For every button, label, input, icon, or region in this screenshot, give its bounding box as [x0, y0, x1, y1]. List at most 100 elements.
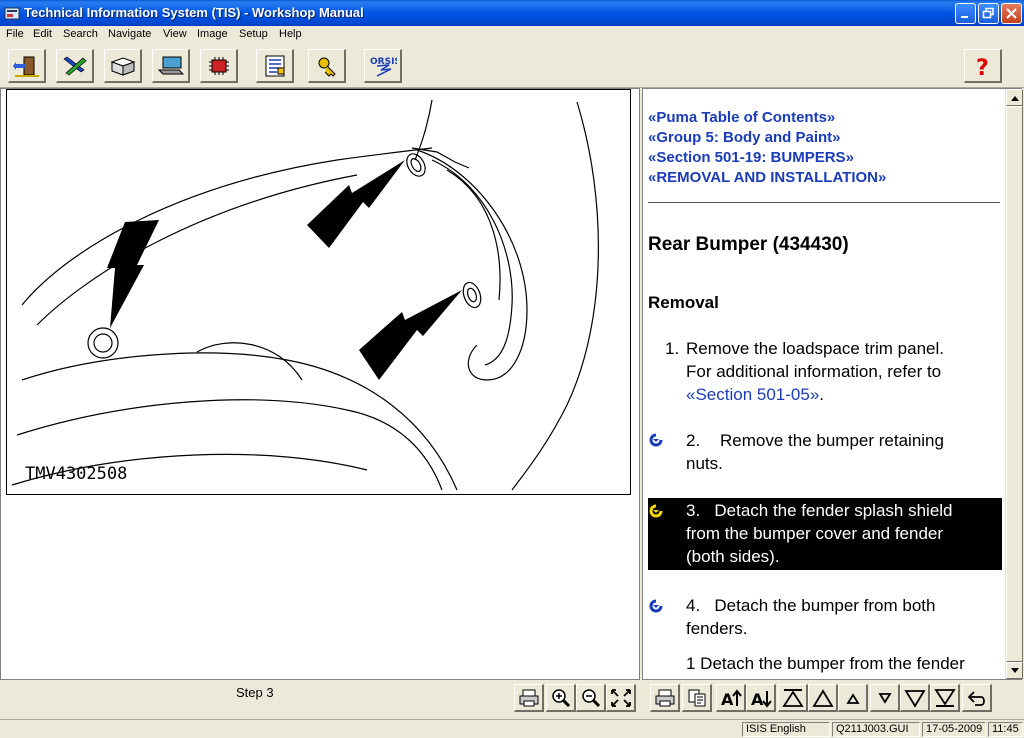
fit-to-window-button[interactable]	[606, 684, 636, 712]
exit-door-icon	[12, 56, 39, 77]
scroll-step-down-button[interactable]	[870, 684, 900, 712]
first-step-button[interactable]	[778, 684, 808, 712]
zoom-in-icon	[551, 688, 570, 707]
title-bar[interactable]: Technical Information System (TIS) - Wor…	[0, 0, 1024, 26]
scroll-thumb[interactable]	[1006, 106, 1023, 662]
close-icon	[1006, 8, 1017, 19]
divider	[648, 202, 1000, 203]
navigation-bar: Step 3 A A	[0, 680, 1024, 718]
step-1-text: Remove the loadspace trim panel. For add…	[686, 339, 944, 404]
previous-step-button[interactable]	[808, 684, 838, 712]
font-increase-button[interactable]: A	[716, 684, 746, 712]
exit-button[interactable]	[8, 49, 46, 83]
document-button[interactable]	[256, 49, 294, 83]
svg-text:A: A	[721, 690, 734, 708]
font-decrease-icon: A	[751, 690, 772, 708]
app-icon	[4, 7, 20, 20]
app-window: Technical Information System (TIS) - Wor…	[0, 0, 1024, 738]
next-step-button[interactable]	[900, 684, 930, 712]
manual-book-icon	[110, 56, 135, 76]
window-title: Technical Information System (TIS) - Wor…	[24, 5, 364, 20]
svg-text:?: ?	[976, 56, 989, 78]
last-step-icon	[933, 688, 956, 707]
close-button[interactable]	[1001, 3, 1022, 24]
menu-setup[interactable]: Setup	[239, 28, 268, 40]
menu-image[interactable]: Image	[197, 28, 228, 40]
toc-link-contents[interactable]: «Puma Table of Contents»	[648, 109, 835, 126]
minimize-button[interactable]	[955, 3, 976, 24]
substep-1-text: 1 Detach the bumper from the fender	[686, 654, 965, 673]
diagram-code: TMV4302508	[25, 464, 127, 484]
orsis-button[interactable]: ORSIS	[364, 49, 402, 83]
laptop-icon	[157, 56, 184, 74]
step-4-bullet-icon[interactable]	[649, 599, 663, 613]
scroll-down-button[interactable]	[1006, 662, 1023, 679]
status-date: 17-05-2009	[922, 722, 986, 737]
key-icon	[318, 57, 336, 77]
toc-link-procedure[interactable]: «REMOVAL AND INSTALLATION»	[648, 169, 886, 186]
toc-link-section[interactable]: «Section 501-19: BUMPERS»	[648, 149, 854, 166]
manual-button[interactable]	[104, 49, 142, 83]
diagnostics-button[interactable]	[152, 49, 190, 83]
step-1-number: 1.	[665, 339, 680, 358]
fit-window-icon	[610, 688, 631, 707]
printer-icon	[519, 689, 538, 706]
zoom-in-button[interactable]	[546, 684, 576, 712]
menu-edit[interactable]: Edit	[33, 28, 52, 40]
return-arrow-icon	[967, 690, 985, 706]
tools-button[interactable]	[56, 49, 94, 83]
menu-bar: File Edit Search Navigate View Image Set…	[0, 26, 1024, 44]
step-4-number: 4.	[686, 596, 701, 615]
status-time: 11:45	[988, 722, 1023, 737]
next-step-icon	[903, 689, 926, 708]
status-file: Q211J003.GUI	[832, 722, 920, 737]
status-language: ISIS English	[742, 722, 830, 737]
print-document-button[interactable]	[650, 684, 680, 712]
restore-button[interactable]	[978, 3, 999, 24]
back-button[interactable]	[962, 684, 992, 712]
circuit-board-icon	[208, 56, 229, 75]
status-bar: ISIS English Q211J003.GUI 17-05-2009 11:…	[0, 719, 1024, 738]
wiring-button[interactable]	[200, 49, 238, 83]
restore-icon	[982, 7, 994, 19]
font-decrease-button[interactable]: A	[746, 684, 776, 712]
document-scrollbar[interactable]	[1005, 89, 1023, 679]
bumper-diagram[interactable]: TMV4302508	[6, 89, 631, 495]
document-pane[interactable]: «Puma Table of Contents» «Group 5: Body …	[642, 88, 1022, 680]
menu-help[interactable]: Help	[279, 28, 302, 40]
menu-search[interactable]: Search	[63, 28, 98, 40]
small-down-triangle-icon	[877, 692, 892, 704]
step-3-bullet-icon[interactable]	[649, 504, 663, 518]
menu-navigate[interactable]: Navigate	[108, 28, 151, 40]
document-list-icon	[265, 55, 284, 76]
menu-file[interactable]: File	[6, 28, 24, 40]
scroll-up-button[interactable]	[1006, 89, 1023, 106]
last-step-button[interactable]	[930, 684, 960, 712]
document-title: Rear Bumper (434430)	[648, 234, 849, 255]
help-question-icon: ?	[976, 56, 989, 78]
key-button[interactable]	[308, 49, 346, 83]
scroll-down-icon	[1010, 667, 1019, 673]
step-3-number: 3.	[686, 501, 701, 520]
help-button[interactable]: ?	[964, 49, 1002, 83]
toc-link-group[interactable]: «Group 5: Body and Paint»	[648, 129, 841, 146]
zoom-out-icon	[581, 688, 600, 707]
step-2-bullet-icon[interactable]	[649, 433, 663, 447]
current-step-highlight[interactable]: 3. Detach the fender splash shield from …	[648, 498, 1002, 570]
step-3-text: 3. Detach the fender splash shield from …	[686, 501, 953, 566]
scroll-step-up-button[interactable]	[838, 684, 868, 712]
font-increase-icon: A	[721, 688, 742, 708]
zoom-out-button[interactable]	[576, 684, 606, 712]
main-toolbar: ORSIS ?	[0, 44, 1024, 88]
minimize-icon	[961, 16, 968, 18]
orsis-logo-icon: ORSIS	[370, 57, 397, 77]
first-step-icon	[781, 688, 804, 707]
menu-view[interactable]: View	[163, 28, 187, 40]
copy-document-button[interactable]	[682, 684, 712, 712]
bumper-line-drawing: TMV4302508	[11, 99, 599, 491]
printer-icon	[655, 689, 674, 706]
print-image-button[interactable]	[514, 684, 544, 712]
section-501-05-link[interactable]: «Section 501-05»	[686, 385, 819, 404]
section-heading: Removal	[648, 293, 719, 312]
step-label: Step 3	[236, 685, 274, 700]
